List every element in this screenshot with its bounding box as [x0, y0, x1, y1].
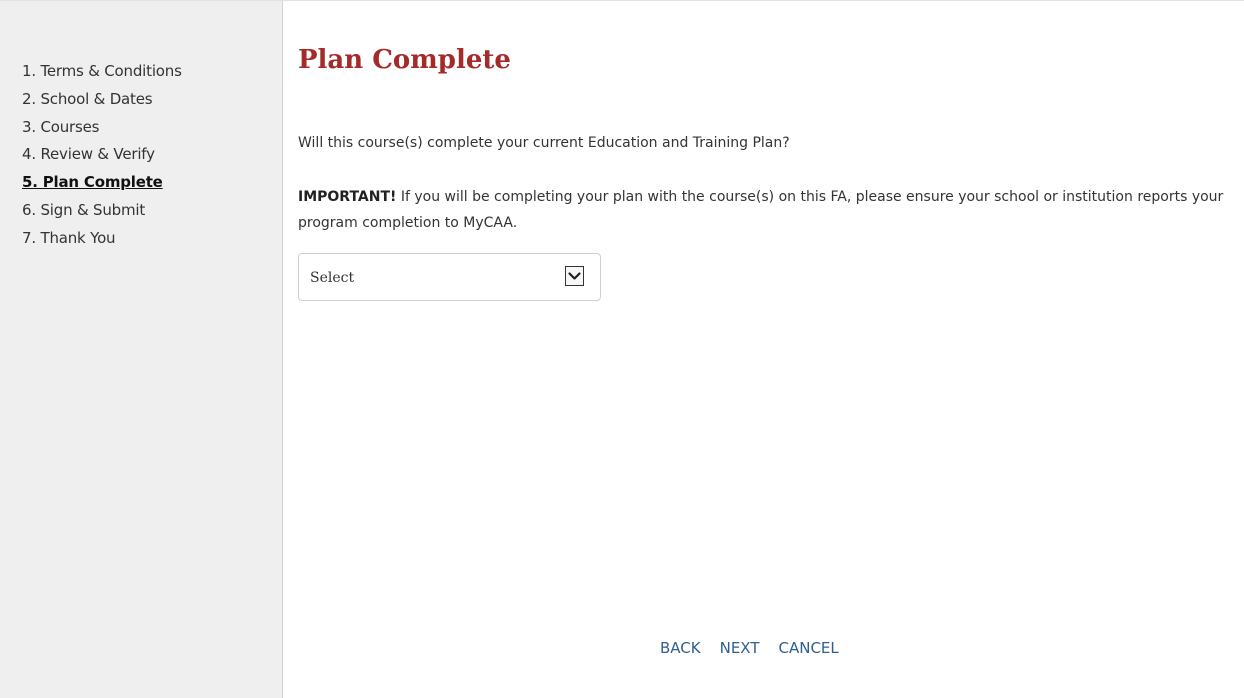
- chevron-down-icon[interactable]: [565, 266, 584, 286]
- steps-list: 1. Terms & Conditions 2. School & Dates …: [22, 58, 182, 253]
- step-thank-you[interactable]: 7. Thank You: [22, 225, 182, 253]
- select-value: Select: [310, 270, 355, 286]
- plan-complete-question: Will this course(s) complete your curren…: [298, 135, 790, 151]
- main-content: Plan Complete Will this course(s) comple…: [283, 1, 1244, 698]
- step-school-dates[interactable]: 2. School & Dates: [22, 86, 182, 114]
- page-title: Plan Complete: [298, 45, 511, 75]
- important-notice: IMPORTANT! If you will be completing you…: [298, 184, 1228, 236]
- back-button[interactable]: BACK: [660, 639, 701, 657]
- step-terms-conditions[interactable]: 1. Terms & Conditions: [22, 58, 182, 86]
- important-label: IMPORTANT!: [298, 189, 397, 205]
- step-plan-complete[interactable]: 5. Plan Complete: [22, 169, 182, 197]
- page: 1. Terms & Conditions 2. School & Dates …: [0, 0, 1244, 698]
- step-sign-submit[interactable]: 6. Sign & Submit: [22, 197, 182, 225]
- important-text: If you will be completing your plan with…: [298, 189, 1224, 231]
- step-courses[interactable]: 3. Courses: [22, 114, 182, 142]
- step-review-verify[interactable]: 4. Review & Verify: [22, 141, 182, 169]
- plan-complete-select[interactable]: Select: [298, 253, 601, 301]
- cancel-button[interactable]: CANCEL: [778, 639, 838, 657]
- sidebar: 1. Terms & Conditions 2. School & Dates …: [0, 1, 283, 698]
- next-button[interactable]: NEXT: [720, 639, 760, 657]
- wizard-navigation: BACK NEXT CANCEL: [660, 639, 858, 657]
